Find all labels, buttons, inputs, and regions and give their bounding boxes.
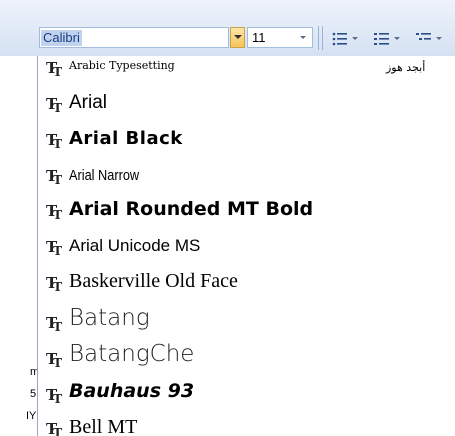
font-size-combobox[interactable]: 11 (247, 27, 313, 48)
font-list-item[interactable]: TT Bauhaus 93 (38, 377, 438, 411)
font-list-item[interactable]: TT Arial Unicode MS (38, 232, 438, 266)
chevron-down-icon (234, 35, 242, 39)
truetype-font-icon: TT (46, 95, 63, 115)
bullet-list-icon (332, 32, 347, 45)
truetype-font-icon: TT (46, 386, 63, 406)
toolbar-separator (318, 26, 319, 50)
background-text: 5 (30, 388, 37, 400)
truetype-font-icon: TT (46, 238, 63, 258)
truetype-font-icon: TT (46, 314, 63, 334)
chevron-down-icon (300, 36, 306, 39)
font-name-label: Bell MT (69, 416, 138, 436)
font-name-label: Batang (69, 305, 150, 331)
font-list-item[interactable]: TT Arial Rounded MT Bold (38, 196, 438, 230)
font-list-item[interactable]: TT Arabic Typesetting (38, 56, 438, 90)
font-name-label: Arial Black (69, 128, 183, 149)
font-list-item[interactable]: TT Arial (38, 90, 438, 124)
truetype-font-icon: TT (46, 274, 63, 294)
bullets-button[interactable] (332, 27, 358, 48)
font-name-label: Arial (69, 92, 108, 113)
numbering-button[interactable] (374, 27, 400, 48)
font-name-label: BatangChe (69, 341, 195, 367)
font-list-item[interactable]: TT Batang (38, 305, 438, 339)
arabic-preview-text: أبجد هوز (386, 61, 426, 74)
font-list-item[interactable]: TT Bell MT (38, 412, 438, 436)
font-list-item[interactable]: TT Arial Black (38, 126, 438, 160)
font-list-item[interactable]: TT Arial Narrow (38, 162, 438, 196)
multilevel-list-icon (416, 32, 431, 40)
font-name-label: Arabic Typesetting (69, 59, 175, 72)
toolbar-separator (322, 26, 323, 50)
font-name-combobox[interactable]: Calibri (39, 27, 229, 48)
font-name-label: Baskerville Old Face (69, 270, 238, 292)
font-name-label: Bauhaus 93 (69, 380, 195, 402)
truetype-font-icon: TT (46, 167, 63, 187)
font-list-item[interactable]: TT BatangChe (38, 341, 438, 375)
font-name-dropdown-button[interactable] (230, 27, 245, 48)
numbered-list-icon (374, 32, 389, 45)
font-name-label: Arial Rounded MT Bold (69, 198, 314, 220)
chevron-down-icon (352, 37, 358, 41)
chevron-down-icon (394, 37, 400, 41)
truetype-font-icon: TT (46, 59, 63, 79)
multilevel-list-button[interactable] (416, 27, 442, 48)
font-size-value[interactable]: 11 (252, 30, 266, 45)
font-name-label: Arial Narrow (69, 167, 140, 184)
truetype-font-icon: TT (46, 202, 63, 222)
background-text: IY (26, 410, 37, 422)
font-name-value[interactable]: Calibri (41, 30, 82, 46)
font-name-label: Arial Unicode MS (69, 236, 201, 255)
truetype-font-icon: TT (46, 131, 63, 151)
chevron-down-icon (436, 37, 442, 41)
font-dropdown-list[interactable]: TT Arabic Typesetting TT Arial TT Arial … (37, 56, 455, 436)
truetype-font-icon: TT (46, 350, 63, 370)
font-list-item[interactable]: TT Baskerville Old Face (38, 268, 438, 302)
truetype-font-icon: TT (46, 420, 63, 436)
